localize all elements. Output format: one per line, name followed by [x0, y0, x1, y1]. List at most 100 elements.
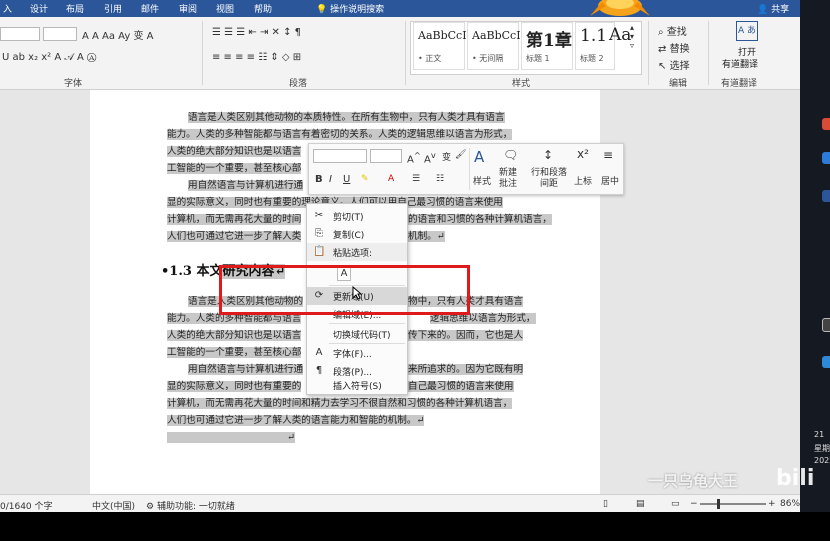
grow-font-icon[interactable]: A^ Av [407, 150, 436, 165]
print-layout-icon[interactable]: ▤ [636, 499, 645, 509]
zoom-in-icon[interactable]: + [768, 499, 776, 509]
paste-icon: 📋 [313, 246, 326, 257]
divider [202, 21, 203, 85]
tab-layout[interactable]: 布局 [66, 2, 84, 15]
format-painter-icon[interactable]: 🖌 [455, 150, 466, 160]
font-name-box[interactable] [0, 27, 40, 41]
gallery-scroll-icon[interactable]: ▴ ▾ ▿ [630, 23, 634, 50]
font-size-box[interactable] [43, 27, 77, 41]
word-icon[interactable] [822, 190, 830, 202]
menu-item-font[interactable]: A 字体(F)... [307, 344, 407, 362]
line-spacing-label: 行和段落 间距 [531, 168, 568, 189]
tell-me-label: 操作说明搜索 [330, 5, 385, 15]
menu-item-copy[interactable]: ⎘ 复制(C) [307, 225, 407, 243]
select-button[interactable]: ↖ 选择 [658, 57, 690, 72]
comment-icon[interactable]: 🗨 [503, 148, 518, 162]
lightbulb-icon: 💡 [316, 5, 328, 15]
read-mode-icon[interactable]: ▯ [603, 499, 608, 509]
zoom-slider[interactable] [700, 499, 766, 509]
share-button[interactable]: 👤 共享 [757, 2, 789, 15]
mascot-image [590, 0, 650, 16]
new-comment-label: 新建 批注 [499, 168, 518, 189]
symbol-icon [313, 379, 325, 391]
find-button[interactable]: ⌕ 查找 [658, 23, 687, 38]
menu-item-insert-symbol[interactable]: 插入符号(S) [307, 376, 407, 394]
style-more[interactable]: Aa [607, 22, 631, 70]
center-icon[interactable]: ≡ [603, 148, 613, 162]
tab-references[interactable]: 引用 [104, 2, 122, 15]
text-line: 传下来的。因而，它也是人 [408, 330, 524, 341]
heading-number: •1.3 本文 [161, 264, 223, 279]
tell-me-search[interactable]: 💡 操作说明搜索 [316, 2, 384, 15]
ribbon: A A Aa Ay 变 A U ab x₂ x² A 𝒜 A Ⓐ 字体 ☰ ☰ … [0, 17, 800, 90]
font-row1-buttons[interactable]: A A Aa Ay 变 A [82, 27, 153, 42]
paragraph-2-tail: 的语言和习惯的各种计算机语言， 机制。↵ [408, 211, 552, 245]
translate-name-label: 有道翻译 [722, 60, 759, 70]
menu-item-toggle-field-codes[interactable]: 切换域代码(T) [307, 325, 407, 343]
accessibility-status[interactable]: ⚙ 辅助功能: 一切就绪 [146, 499, 235, 512]
text-line: 的语言和习惯的各种计算机语言， [408, 214, 552, 225]
edge-icon[interactable] [822, 356, 830, 368]
video-watermark: 一只乌龟大王 [648, 472, 739, 490]
clock-text: 星期 [814, 444, 830, 453]
paragraph-row2-buttons[interactable]: ≡ ≡ ≡ ≡ ☷ ⇕ ◇ ⊞ [212, 52, 301, 63]
font-color-icon[interactable]: A [388, 174, 394, 184]
paragraph-row1-buttons[interactable]: ☰ ☰ ☰ ⇤ ⇥ ✕ ↕ ¶ [212, 27, 301, 38]
zoom-slider-thumb[interactable] [717, 499, 720, 509]
scroll-button-icon[interactable] [822, 318, 830, 332]
highlight-icon[interactable]: ✎ [361, 174, 369, 184]
replace-button[interactable]: ⇄ 替换 [658, 40, 690, 55]
menu-item-cut[interactable]: ✂ 剪切(T) [307, 207, 407, 225]
translate-group-label: 有道翻译 [721, 79, 758, 89]
style-normal[interactable]: AaBbCcI • 正文 [413, 22, 467, 70]
text-line: 计算机，而无需再花大量的时间和精力去学习不很自然和习惯的各种计算机语言， [167, 398, 513, 409]
translate-icon: A あ [736, 21, 758, 41]
zoom-out-icon[interactable]: − [690, 499, 698, 509]
tab-review[interactable]: 审阅 [179, 2, 197, 15]
select-label: 选择 [669, 61, 690, 72]
share-icon: 👤 [757, 5, 769, 15]
font-group-label: 字体 [64, 79, 83, 89]
phonetic-icon[interactable]: 变 [442, 150, 451, 163]
text-line: 计算机，而无需再花大量的时间 [167, 214, 302, 225]
style-name: 标题 1 [526, 54, 550, 63]
styles-group-label: 样式 [512, 79, 531, 89]
text-line: 显的实际意义，同时也有重要的 [167, 381, 302, 392]
word-window: 入 设计 布局 引用 邮件 审阅 视图 帮助 💡 操作说明搜索 👤 共享 A A… [0, 0, 830, 512]
style-no-spacing[interactable]: AaBbCcI • 无间隔 [467, 22, 521, 70]
bullets-icon[interactable]: ☰ [412, 174, 420, 184]
numbering-icon[interactable]: ☷ [436, 174, 444, 184]
styles-icon[interactable]: A [474, 148, 484, 166]
font-row2-buttons[interactable]: U ab x₂ x² A 𝒜 A Ⓐ [2, 52, 96, 63]
text-line: 工智能的一个重要，甚至核心部 [167, 163, 302, 174]
chrome-icon[interactable] [822, 118, 830, 130]
text-line: 来所追求的。因为它既有明 [408, 364, 524, 375]
style-sample: AaBbCcI [418, 29, 467, 42]
youdao-translate-button[interactable]: A あ 打开 有道翻译 [718, 21, 778, 73]
tab-insert[interactable]: 入 [3, 2, 12, 15]
mini-font-size[interactable] [370, 149, 402, 163]
bold-icon[interactable]: B [315, 174, 323, 185]
menu-item-label: 字体(F)... [333, 350, 372, 360]
superscript-label: 上标 [574, 177, 593, 187]
zoom-level[interactable]: 86% [780, 499, 800, 509]
text-line: 用自然语言与计算机进行通 [188, 364, 304, 375]
superscript-icon[interactable]: x² [577, 147, 589, 161]
mini-font-name[interactable] [313, 149, 367, 163]
text-line: 语言是人类区别其他动物的本质特性。在所有生物中，只有人类才具有语言 [188, 112, 505, 123]
tab-design[interactable]: 设计 [30, 2, 48, 15]
text-line: 人类的绝大部分知识也是以语言 [167, 146, 302, 157]
web-layout-icon[interactable]: ▭ [671, 499, 680, 509]
ribbon-tab-bar: 入 设计 布局 引用 邮件 审阅 视图 帮助 💡 操作说明搜索 👤 共享 [0, 0, 800, 17]
share-label: 共享 [771, 5, 790, 15]
italic-icon[interactable]: I [329, 174, 332, 185]
language-indicator[interactable]: 中文(中国) [92, 499, 135, 512]
tab-help[interactable]: 帮助 [254, 2, 272, 15]
tab-mailings[interactable]: 邮件 [141, 2, 159, 15]
app-icon[interactable] [822, 152, 830, 164]
word-count[interactable]: 0/1640 个字 [0, 499, 53, 512]
style-heading-1[interactable]: 第1章 标题 1 [521, 22, 573, 70]
tab-view[interactable]: 视图 [216, 2, 234, 15]
underline-icon[interactable]: U [343, 174, 350, 185]
line-spacing-icon[interactable]: ↕ [543, 148, 553, 162]
